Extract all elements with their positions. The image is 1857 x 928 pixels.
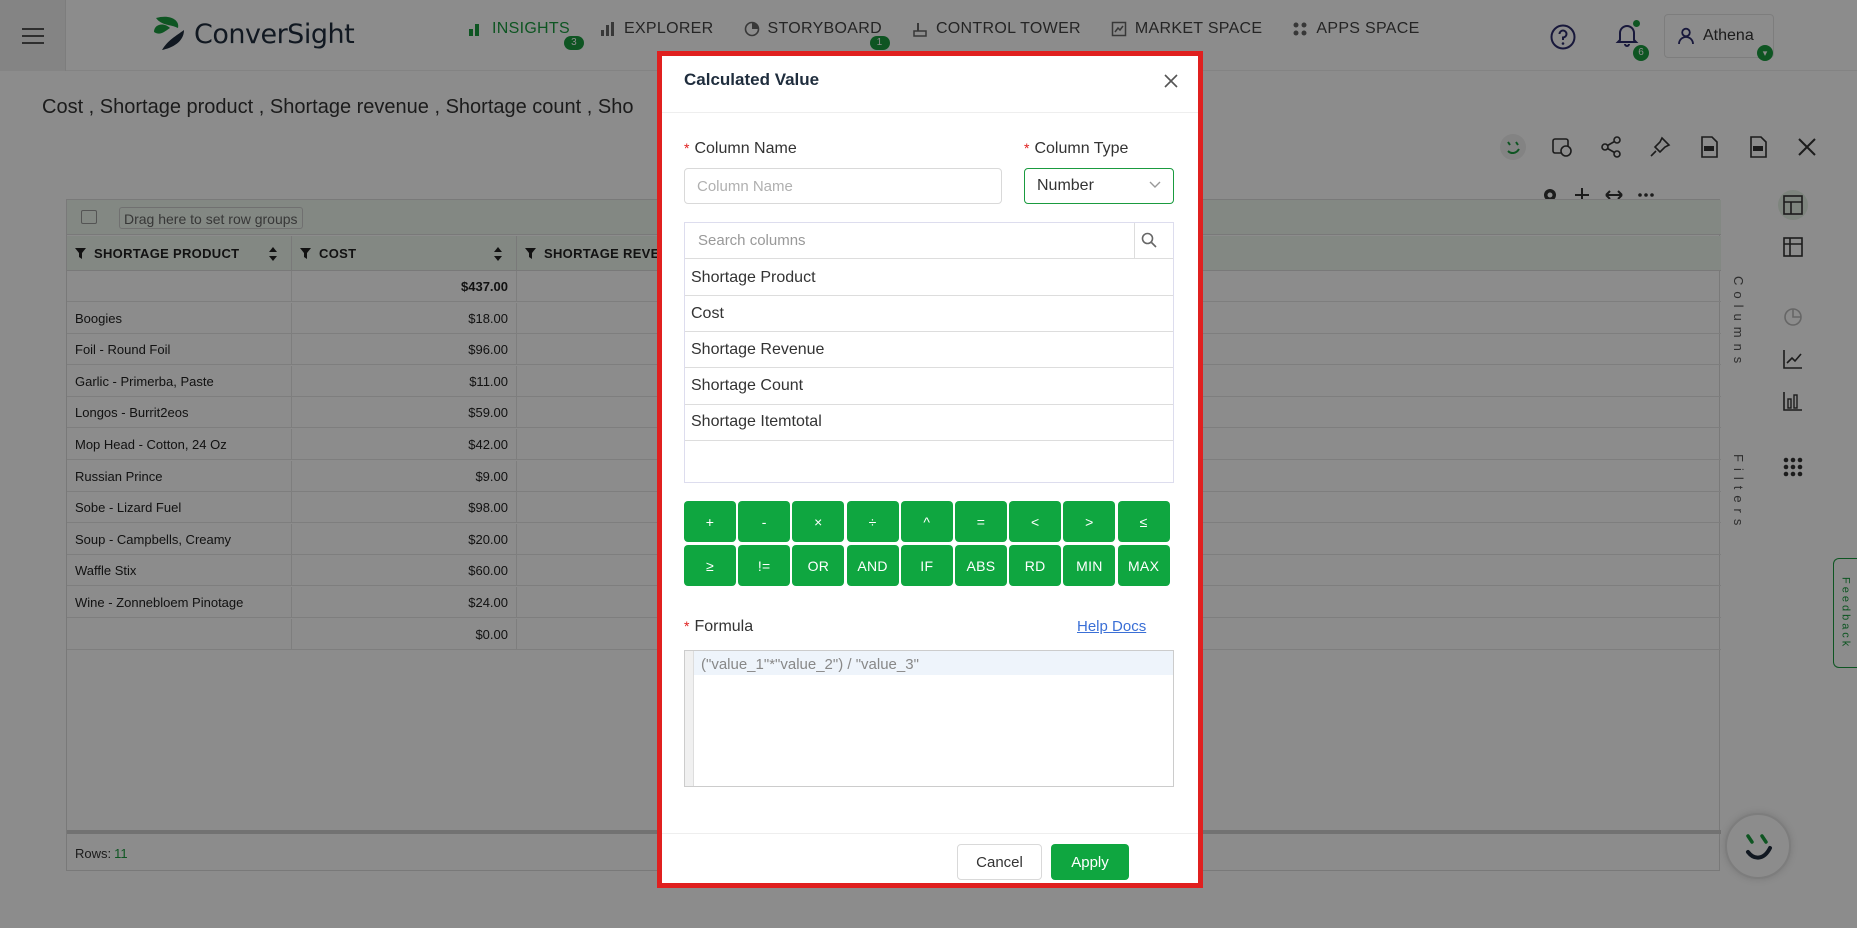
operator-button[interactable]: AND bbox=[846, 545, 899, 586]
formula-gutter bbox=[685, 651, 694, 786]
operator-button[interactable]: ^ bbox=[900, 501, 953, 542]
column-name-input[interactable] bbox=[684, 168, 1002, 204]
dialog-header: Calculated Value bbox=[662, 56, 1198, 113]
column-type-select[interactable]: Number bbox=[1024, 168, 1174, 204]
operator-button[interactable]: = bbox=[955, 501, 1007, 542]
column-search bbox=[685, 223, 1173, 259]
operator-button[interactable]: ABS bbox=[955, 545, 1007, 586]
operator-button[interactable]: + bbox=[684, 501, 736, 542]
apply-button[interactable]: Apply bbox=[1051, 844, 1129, 880]
column-list-panel: Shortage ProductCostShortage RevenueShor… bbox=[684, 222, 1174, 483]
column-list-item[interactable]: Shortage Count bbox=[685, 369, 1173, 405]
column-type-label-text: Column Type bbox=[1034, 140, 1129, 157]
column-name-label: * Column Name bbox=[684, 140, 797, 157]
dialog-close-button[interactable] bbox=[1160, 70, 1182, 92]
column-type-value: Number bbox=[1037, 177, 1094, 194]
column-list-item[interactable]: Shortage Itemtotal bbox=[685, 405, 1173, 441]
column-type-label: * Column Type bbox=[1024, 140, 1129, 157]
formula-editor[interactable]: ("value_1"*"value_2") / "value_3" bbox=[684, 650, 1174, 787]
help-docs-link[interactable]: Help Docs bbox=[1077, 618, 1146, 635]
operator-button[interactable]: ≥ bbox=[684, 545, 736, 586]
formula-label-text: Formula bbox=[694, 618, 754, 635]
dialog-title: Calculated Value bbox=[684, 70, 820, 89]
operator-button[interactable]: MIN bbox=[1063, 545, 1116, 586]
operator-button[interactable]: - bbox=[738, 501, 791, 542]
calculated-value-dialog: Calculated Value *Column Name *Column Ty… bbox=[657, 51, 1203, 888]
formula-label: * Formula bbox=[684, 618, 754, 635]
operator-button[interactable]: < bbox=[1009, 501, 1062, 542]
chevron-down-icon bbox=[1149, 181, 1161, 188]
cancel-button[interactable]: Cancel bbox=[957, 844, 1042, 880]
close-icon bbox=[1164, 74, 1178, 88]
operator-button[interactable]: ≤ bbox=[1117, 501, 1170, 542]
operator-button[interactable]: IF bbox=[900, 545, 953, 586]
column-list-item[interactable]: Shortage Revenue bbox=[685, 332, 1173, 369]
dialog-footer: Cancel Apply bbox=[662, 833, 1198, 888]
operator-button[interactable]: MAX bbox=[1117, 545, 1170, 586]
operator-button[interactable]: > bbox=[1063, 501, 1116, 542]
operator-button[interactable]: ÷ bbox=[846, 501, 899, 542]
operator-button[interactable]: != bbox=[738, 545, 791, 586]
search-icon[interactable] bbox=[1141, 232, 1157, 248]
column-list-item[interactable]: Shortage Product bbox=[685, 260, 1173, 296]
column-name-label-text: Column Name bbox=[694, 140, 797, 157]
formula-placeholder: ("value_1"*"value_2") / "value_3" bbox=[701, 656, 919, 673]
column-list-item[interactable]: Cost bbox=[685, 296, 1173, 333]
column-search-input[interactable] bbox=[685, 223, 1135, 258]
operator-button[interactable]: OR bbox=[792, 545, 845, 586]
operator-button[interactable]: RD bbox=[1009, 545, 1062, 586]
operator-button[interactable]: × bbox=[792, 501, 845, 542]
